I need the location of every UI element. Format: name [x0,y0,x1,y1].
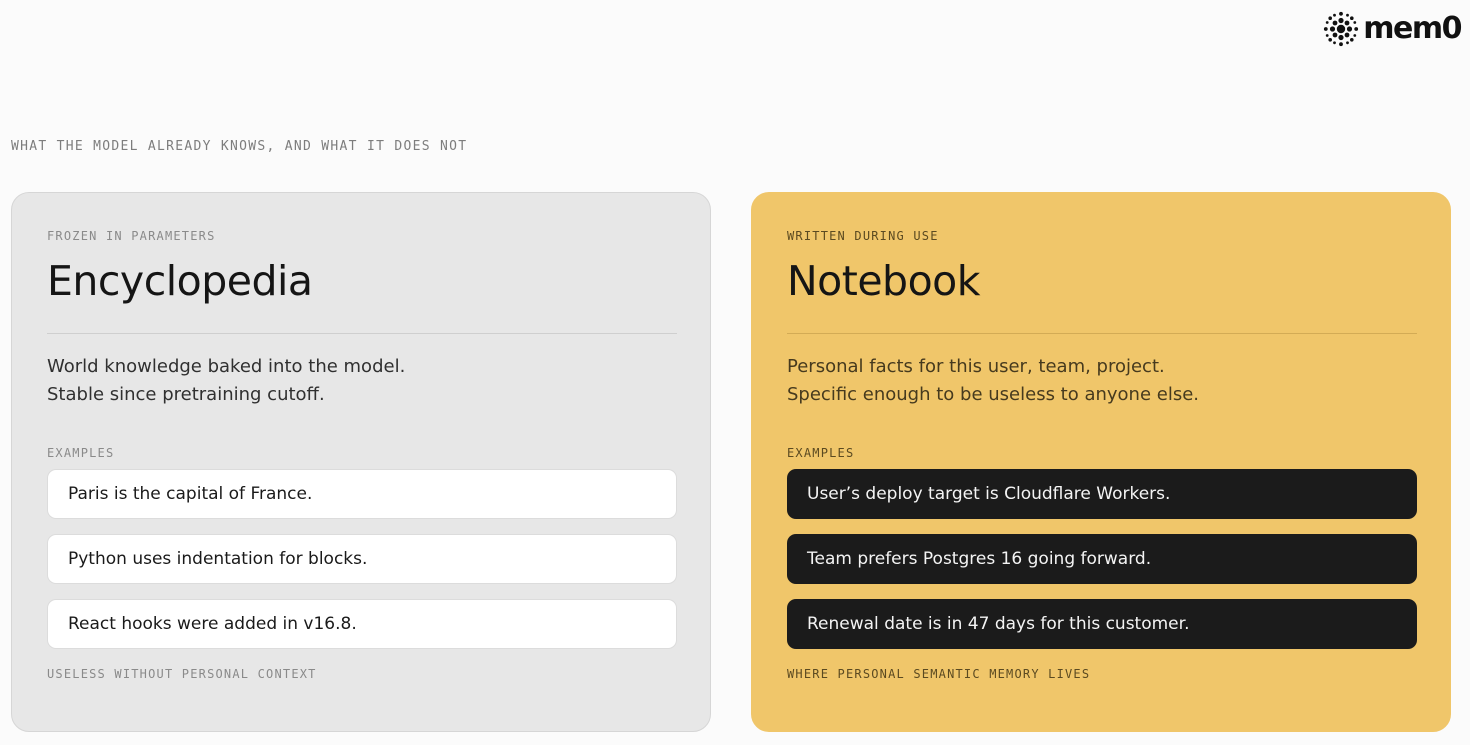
notebook-card: WRITTEN DURING USE Notebook Personal fac… [751,192,1451,732]
card-divider [787,333,1417,334]
example-item: Paris is the capital of France. [47,469,677,519]
examples-label: EXAMPLES [787,446,855,460]
description-line: Personal facts for this user, team, proj… [787,356,1165,377]
encyclopedia-card: FROZEN IN PARAMETERS Encyclopedia World … [11,192,711,732]
card-footer-note: WHERE PERSONAL SEMANTIC MEMORY LIVES [787,667,1091,681]
example-item: React hooks were added in v16.8. [47,599,677,649]
brand-logo[interactable]: mem0 [1323,11,1462,47]
card-title: Encyclopedia [47,257,313,305]
card-kicker: WRITTEN DURING USE [787,229,939,243]
card-description: World knowledge baked into the model. St… [47,353,675,409]
examples-list: User’s deploy target is Cloudflare Worke… [787,469,1417,649]
card-footer-note: USELESS WITHOUT PERSONAL CONTEXT [47,667,317,681]
description-line: Stable since pretraining cutoff. [47,384,325,405]
section-eyebrow: WHAT THE MODEL ALREADY KNOWS, AND WHAT I… [11,139,468,154]
card-title: Notebook [787,257,981,305]
logo-wordmark: mem0 [1363,11,1462,46]
card-kicker: FROZEN IN PARAMETERS [47,229,216,243]
example-item: Renewal date is in 47 days for this cust… [787,599,1417,649]
description-line: Specific enough to be useless to anyone … [787,384,1200,405]
description-line: World knowledge baked into the model. [47,356,406,377]
card-divider [47,333,677,334]
mem0-logo-icon [1324,11,1359,47]
example-item: Team prefers Postgres 16 going forward. [787,534,1417,584]
examples-label: EXAMPLES [47,446,115,460]
examples-list: Paris is the capital of France. Python u… [47,469,677,649]
card-description: Personal facts for this user, team, proj… [787,353,1415,409]
page: mem0 WHAT THE MODEL ALREADY KNOWS, AND W… [0,0,1470,745]
example-item: Python uses indentation for blocks. [47,534,677,584]
example-item: User’s deploy target is Cloudflare Worke… [787,469,1417,519]
